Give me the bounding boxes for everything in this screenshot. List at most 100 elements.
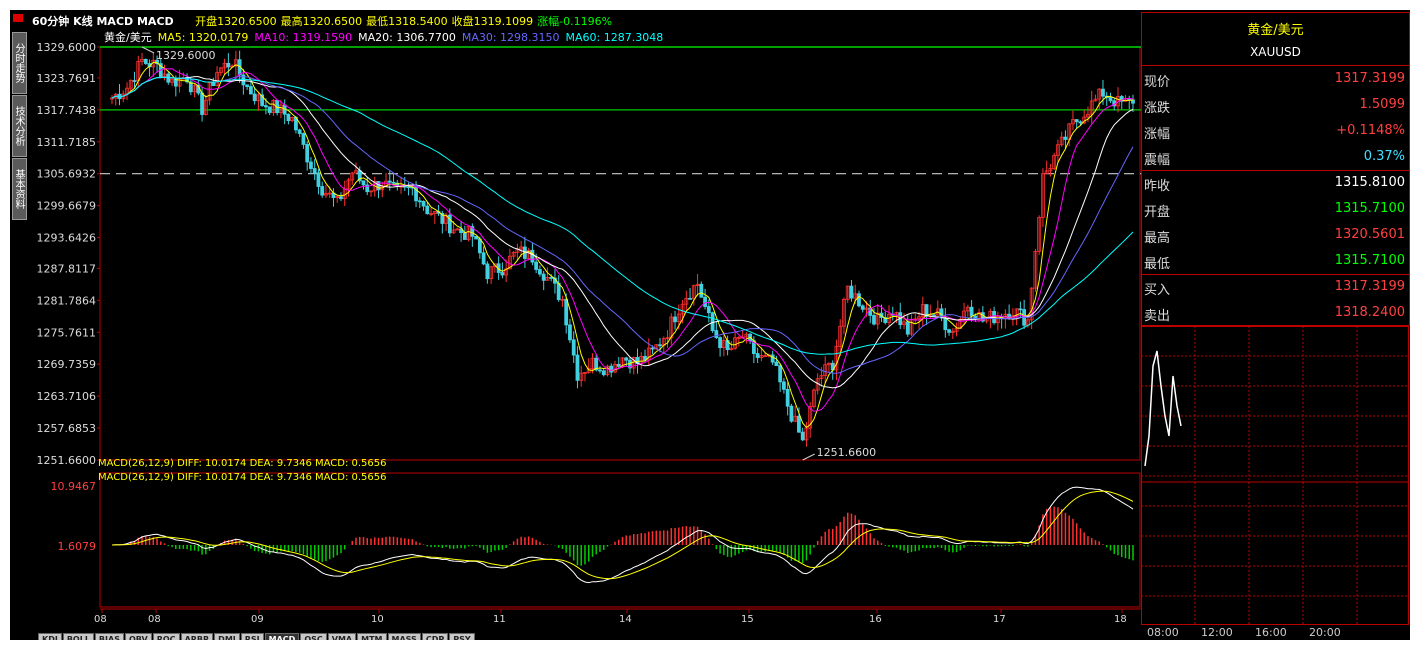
indicator-tab-psy[interactable]: PSY xyxy=(449,633,475,640)
quote-label: 卖出 xyxy=(1144,309,1171,324)
quote-label: 开盘 xyxy=(1144,205,1171,220)
candle-body xyxy=(1018,308,1023,311)
candle-body xyxy=(245,84,250,87)
candle-body xyxy=(703,296,707,307)
candle-body xyxy=(905,321,910,335)
candle-body xyxy=(688,297,692,300)
candle-body xyxy=(785,388,790,407)
candle-body xyxy=(947,329,951,333)
quote-row: 卖出 1318.2400 xyxy=(1142,301,1409,325)
candle-body xyxy=(568,324,572,341)
indicator-tab-bias[interactable]: BIAS xyxy=(94,633,124,640)
candle-body xyxy=(538,269,542,275)
quote-row: 现价 1317.3199 xyxy=(1142,67,1409,91)
quote-value: 1318.2400 xyxy=(1334,305,1405,320)
indicator-tab-vma[interactable]: VMA xyxy=(327,633,357,640)
ma20-line xyxy=(111,76,1134,389)
y-tick-label: 1323.7691 xyxy=(37,72,97,85)
candle-body xyxy=(312,168,317,174)
indicator-tabs: KDJ BOLL BIAS OBV ROC ARBR DMI RSI MACD OSC VMA MTM… xyxy=(38,627,476,640)
candle-body xyxy=(391,181,396,184)
indicator-tab-macd[interactable]: MACD xyxy=(264,633,300,640)
candle-body xyxy=(305,144,310,163)
candle-body xyxy=(872,315,876,325)
x-tick-label: 18 xyxy=(1114,614,1127,625)
candle-body xyxy=(309,161,313,169)
y-tick-label: 1269.7359 xyxy=(37,358,97,371)
candle-body xyxy=(541,273,546,281)
ma5-line xyxy=(111,61,1134,429)
macd-y-label: 10.9467 xyxy=(51,480,97,493)
indicator-tab-mass[interactable]: MASS xyxy=(387,633,421,640)
quote-value: 1.5099 xyxy=(1359,97,1406,112)
candle-body xyxy=(462,232,467,240)
indicator-tab-kdj[interactable]: KDJ xyxy=(38,633,62,640)
candle-body xyxy=(575,354,580,381)
candle-body xyxy=(297,129,302,134)
candle-body xyxy=(650,347,655,350)
candle-body xyxy=(481,252,486,265)
candle-body xyxy=(421,200,426,207)
quote-value: 1315.7100 xyxy=(1334,201,1405,216)
candle-body xyxy=(477,238,482,254)
chart-window: 60分钟 K线 MACD MACD 开盘1320.6500 最高1320.6500… xyxy=(10,10,1410,640)
candle-body xyxy=(860,305,865,310)
candle-body xyxy=(755,353,760,358)
indicator-tab-arbr[interactable]: ARBR xyxy=(180,633,214,640)
indicator-tab-dmi[interactable]: DMI xyxy=(214,633,240,640)
indicator-tab-obv[interactable]: OBV xyxy=(124,633,152,640)
candle-body xyxy=(361,180,366,186)
candle-body xyxy=(387,180,392,183)
indicator-tab-osc[interactable]: OSC xyxy=(300,633,327,640)
candle-body xyxy=(616,363,621,367)
candle-body xyxy=(286,113,291,122)
candle-body xyxy=(252,93,257,102)
quote-label: 最高 xyxy=(1144,231,1171,246)
quote-label: 现价 xyxy=(1144,75,1171,90)
x-tick-label: 11 xyxy=(493,614,506,625)
candle-body xyxy=(624,357,629,361)
candle-body xyxy=(301,133,306,145)
candle-body xyxy=(797,415,801,433)
quote-label: 昨收 xyxy=(1144,179,1171,194)
x-tick-label: 10 xyxy=(371,614,384,625)
quote-row: 买入 1317.3199 xyxy=(1142,275,1409,299)
quote-row: 涨幅 +0.1148% xyxy=(1142,119,1409,143)
candle-body xyxy=(789,405,794,422)
indicator-tab-boll[interactable]: BOLL xyxy=(62,633,94,640)
quote-value: 1315.7100 xyxy=(1334,253,1405,268)
candle-body xyxy=(800,431,805,441)
candle-body xyxy=(264,105,268,108)
quote-value: 1320.5601 xyxy=(1334,227,1405,242)
candle-body xyxy=(706,306,711,314)
candle-body xyxy=(530,249,535,263)
annotation-label: 1329.6000 xyxy=(156,49,216,62)
candle-body xyxy=(710,312,715,331)
candle-body xyxy=(1108,97,1113,102)
indicator-tab-mtm[interactable]: MTM xyxy=(357,633,387,640)
candle-body xyxy=(571,339,576,356)
candle-body xyxy=(598,369,602,372)
annotation-label: 1251.6600 xyxy=(817,446,877,459)
candlestick-chart[interactable]: 1329.6000 1323.7691 1317.7438 1311.7185 1305… xyxy=(10,10,1141,640)
y-tick-label: 1251.6600 xyxy=(37,454,97,467)
mini-time-label: 16:00 xyxy=(1255,626,1287,639)
candle-body xyxy=(406,186,411,189)
candle-body xyxy=(782,381,786,390)
indicator-tab-rsi[interactable]: RSI xyxy=(240,633,264,640)
quote-label: 震幅 xyxy=(1144,153,1171,168)
candle-body xyxy=(857,293,861,307)
quote-label: 涨幅 xyxy=(1144,127,1171,142)
candle-body xyxy=(534,261,539,270)
macd-line xyxy=(111,486,1134,584)
indicator-tab-cdp[interactable]: CDP xyxy=(421,633,449,640)
macd-line xyxy=(111,490,1134,580)
mini-timeshare-chart[interactable] xyxy=(1141,326,1410,626)
quote-row: 震幅 0.37% xyxy=(1142,145,1409,169)
candle-body xyxy=(339,196,343,200)
y-tick-label: 1311.7185 xyxy=(37,136,97,149)
indicator-tab-roc[interactable]: ROC xyxy=(152,633,180,640)
candle-body xyxy=(143,58,148,64)
candle-body xyxy=(1074,119,1079,123)
y-tick-label: 1293.6426 xyxy=(37,232,97,245)
